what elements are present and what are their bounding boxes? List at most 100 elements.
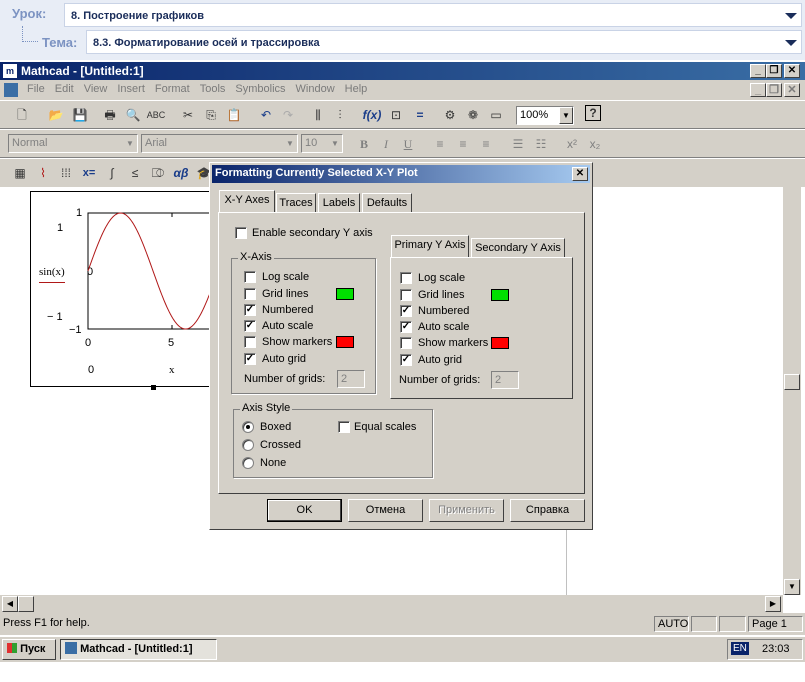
chevron-down-icon[interactable]	[785, 13, 797, 19]
scroll-left-button[interactable]: ◀	[2, 596, 18, 612]
dialog-close-button[interactable]: ✕	[572, 167, 588, 181]
lesson-select[interactable]: 8. Построение графиков	[64, 3, 802, 27]
x-log-scale-checkbox[interactable]	[244, 271, 256, 283]
print-icon[interactable]: 🖶	[100, 105, 120, 125]
help-button[interactable]: Справка	[510, 499, 585, 522]
doc-minimize-button[interactable]: _	[750, 83, 766, 97]
chevron-down-icon[interactable]	[785, 40, 797, 46]
x-marker-color-swatch[interactable]	[336, 336, 354, 348]
y-show-markers-checkbox[interactable]	[400, 337, 412, 349]
scroll-down-button[interactable]: ▼	[784, 579, 800, 595]
size-select[interactable]: 10 ▼	[301, 134, 343, 153]
resources-icon[interactable]: ❁	[463, 105, 483, 125]
menu-format[interactable]: Format	[150, 83, 195, 95]
calculator-icon[interactable]: ▦	[10, 163, 30, 183]
font-select[interactable]: Arial ▼	[141, 134, 298, 153]
style-select[interactable]: Normal ▼	[8, 134, 138, 153]
y-num-grids-input[interactable]: 2	[491, 371, 519, 389]
calculate-icon[interactable]: =	[410, 105, 430, 125]
programming-icon[interactable]: ⎄	[148, 163, 168, 183]
numbering-icon[interactable]: ☷	[531, 134, 551, 154]
doc-close-button[interactable]: ✕	[784, 83, 800, 97]
align-down-icon[interactable]: ⫶	[330, 105, 350, 125]
save-icon[interactable]: 💾	[70, 105, 90, 125]
y-numbered-checkbox[interactable]: ✓	[400, 305, 412, 317]
subscript-icon[interactable]: x₂	[585, 134, 605, 154]
x-auto-grid-checkbox[interactable]: ✓	[244, 353, 256, 365]
chevron-down-icon[interactable]: ▼	[559, 107, 573, 124]
horizontal-scrollbar[interactable]: ◀ ▶	[0, 595, 783, 613]
plot-area[interactable]	[87, 212, 219, 330]
plot-region[interactable]: 1 1 sin(x) 0 − 1 −1 0 5 0 x	[30, 191, 220, 390]
chevron-down-icon[interactable]: ▼	[123, 135, 137, 152]
menu-tools[interactable]: Tools	[195, 83, 231, 95]
plot-resize-handle[interactable]	[151, 385, 156, 390]
align-across-icon[interactable]: ⫼	[308, 105, 328, 125]
doc-restore-button[interactable]: ❐	[766, 83, 782, 97]
paste-icon[interactable]: 📋	[224, 105, 244, 125]
insert-unit-icon[interactable]: ⊡	[386, 105, 406, 125]
x-numbered-checkbox[interactable]: ✓	[244, 304, 256, 316]
greek-icon[interactable]: αβ	[171, 163, 191, 183]
menu-file[interactable]: File	[22, 83, 50, 95]
tab-primary-y[interactable]: Primary Y Axis	[391, 235, 469, 257]
y-marker-color-swatch[interactable]	[491, 337, 509, 349]
topic-select[interactable]: 8.3. Форматирование осей и трассировка	[86, 30, 802, 54]
y-auto-grid-checkbox[interactable]: ✓	[400, 354, 412, 366]
close-button[interactable]: ✕	[784, 64, 800, 78]
matrix-icon[interactable]: ⁞⁞⁞	[56, 163, 76, 183]
minimize-button[interactable]: _	[750, 64, 766, 78]
y-auto-scale-checkbox[interactable]: ✓	[400, 321, 412, 333]
ok-button[interactable]: OK	[267, 499, 342, 522]
menu-edit[interactable]: Edit	[50, 83, 79, 95]
tab-secondary-y[interactable]: Secondary Y Axis	[471, 238, 565, 258]
taskbar-mathcad-button[interactable]: Mathcad - [Untitled:1]	[60, 639, 217, 660]
menu-insert[interactable]: Insert	[112, 83, 150, 95]
align-left-icon[interactable]: ≡	[430, 134, 450, 154]
help-icon[interactable]: ?	[585, 105, 601, 121]
enable-secondary-checkbox[interactable]	[235, 227, 247, 239]
bold-icon[interactable]: B	[354, 134, 374, 154]
equal-scales-checkbox[interactable]	[338, 421, 350, 433]
hscroll-thumb[interactable]	[18, 596, 34, 612]
x-show-markers-checkbox[interactable]	[244, 336, 256, 348]
crossed-radio[interactable]	[242, 439, 254, 451]
preview-icon[interactable]: 🔍	[123, 105, 143, 125]
undo-icon[interactable]: ↶	[256, 105, 276, 125]
italic-icon[interactable]: I	[376, 134, 396, 154]
cut-icon[interactable]: ✂	[178, 105, 198, 125]
none-radio[interactable]	[242, 457, 254, 469]
new-icon[interactable]: 🗋	[12, 105, 32, 125]
menu-view[interactable]: View	[79, 83, 113, 95]
cancel-button[interactable]: Отмена	[348, 499, 423, 522]
tab-labels[interactable]: Labels	[318, 193, 360, 213]
calculus-icon[interactable]: ∫	[102, 163, 122, 183]
chevron-down-icon[interactable]: ▼	[283, 135, 297, 152]
chevron-down-icon[interactable]: ▼	[328, 135, 342, 152]
tab-defaults[interactable]: Defaults	[362, 193, 412, 213]
vertical-scrollbar[interactable]: ▼	[783, 187, 801, 595]
restore-button[interactable]: ❐	[766, 64, 782, 78]
tab-traces[interactable]: Traces	[276, 193, 316, 213]
superscript-icon[interactable]: x²	[562, 134, 582, 154]
hyperlink-icon[interactable]: ▭	[486, 105, 506, 125]
tab-xy-axes[interactable]: X-Y Axes	[219, 190, 275, 212]
open-icon[interactable]: 📂	[46, 105, 66, 125]
scroll-thumb[interactable]	[784, 374, 800, 390]
graph-icon[interactable]: ⌇	[33, 163, 53, 183]
boxed-radio[interactable]	[242, 421, 254, 433]
align-center-icon[interactable]: ≡	[453, 134, 473, 154]
insert-component-icon[interactable]: ⚙	[440, 105, 460, 125]
y-grid-lines-checkbox[interactable]	[400, 289, 412, 301]
scroll-right-button[interactable]: ▶	[765, 596, 781, 612]
evaluation-icon[interactable]: x=	[79, 163, 99, 183]
bullets-icon[interactable]: ☰	[508, 134, 528, 154]
menu-symbolics[interactable]: Symbolics	[230, 83, 290, 95]
dialog-titlebar[interactable]: Formatting Currently Selected X-Y Plot ✕	[212, 165, 590, 183]
x-auto-scale-checkbox[interactable]: ✓	[244, 320, 256, 332]
x-grid-color-swatch[interactable]	[336, 288, 354, 300]
y-grid-color-swatch[interactable]	[491, 289, 509, 301]
x-num-grids-input[interactable]: 2	[337, 370, 365, 388]
underline-icon[interactable]: U	[398, 134, 418, 154]
menu-help[interactable]: Help	[340, 83, 373, 95]
